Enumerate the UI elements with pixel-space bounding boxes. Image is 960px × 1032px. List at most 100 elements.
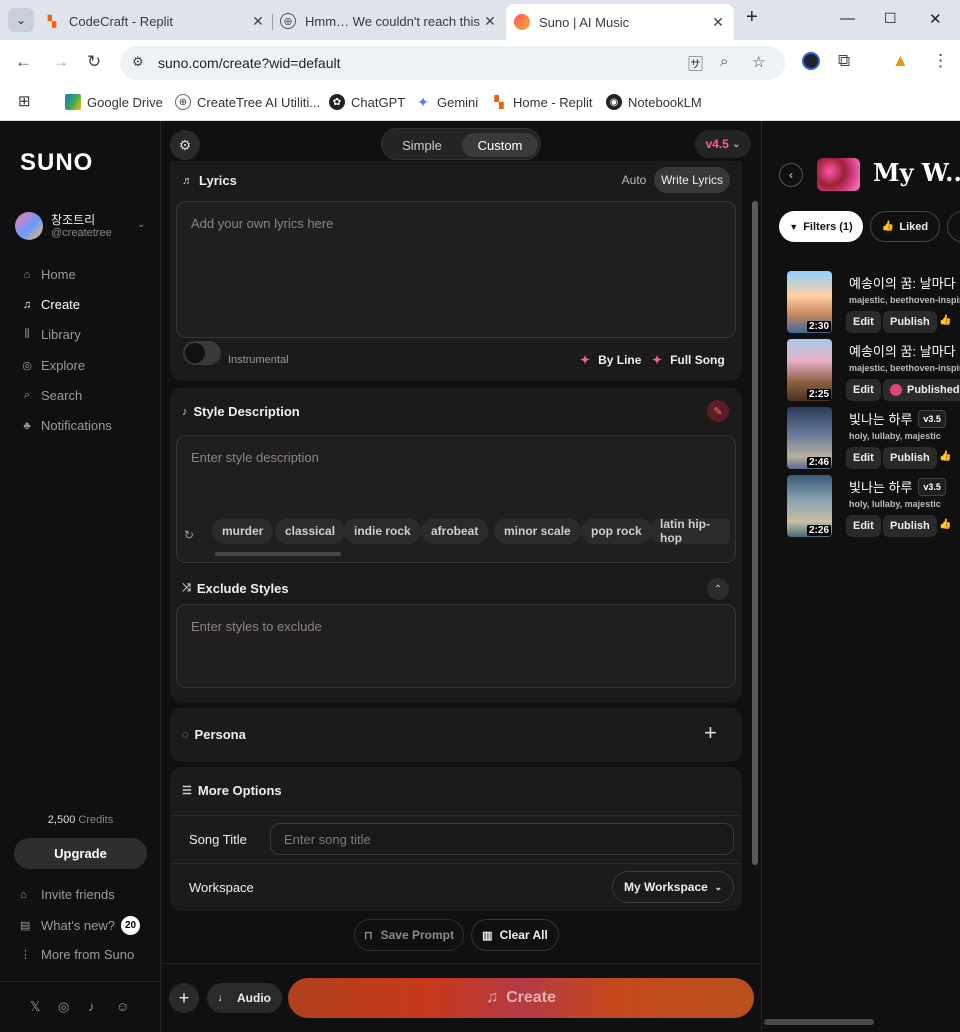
chevron-up-icon[interactable]: ⌃ bbox=[707, 578, 729, 600]
audio-button[interactable]: ♩ Audio bbox=[207, 983, 282, 1013]
edit-button[interactable]: Edit bbox=[846, 447, 881, 469]
mode-simple-button[interactable]: Simple bbox=[388, 133, 456, 157]
upgrade-button[interactable]: Upgrade bbox=[14, 838, 147, 869]
extension-orb-icon[interactable] bbox=[802, 52, 820, 70]
version-selector[interactable]: v4.5 ⌄ bbox=[695, 130, 751, 158]
create-button[interactable]: ♫ Create bbox=[288, 978, 754, 1018]
discord-icon[interactable]: ☺ bbox=[116, 999, 129, 1014]
maximize-icon[interactable]: ☐ bbox=[884, 10, 897, 27]
chip-scrollbar[interactable] bbox=[215, 552, 341, 556]
sidebar-item-home[interactable]: ⌂ Home bbox=[20, 267, 76, 282]
omnibox[interactable]: ⚙ suno.com/create?wid=default 🈂 ⌕ ☆ bbox=[120, 46, 785, 80]
avatar[interactable] bbox=[15, 212, 43, 240]
style-chip[interactable]: indie rock bbox=[344, 518, 421, 544]
tab-search-icon[interactable]: ⌄ bbox=[8, 8, 34, 32]
bookmark-createtree[interactable]: ⊕ CreateTree AI Utiliti... bbox=[175, 94, 320, 110]
extensions-icon[interactable]: ⧉ bbox=[838, 51, 850, 71]
more-options-header[interactable]: ☰ More Options bbox=[182, 783, 282, 798]
edit-button[interactable]: Edit bbox=[846, 311, 881, 333]
back-icon[interactable]: ← bbox=[15, 52, 32, 72]
user-name[interactable]: 창조트리 bbox=[51, 211, 95, 228]
apps-icon[interactable]: ⊞ bbox=[18, 92, 31, 110]
edit-button[interactable]: Edit bbox=[846, 379, 881, 401]
bookmark-replit[interactable]: ▚ Home - Replit bbox=[491, 94, 592, 110]
song-cover[interactable]: 2:26 bbox=[787, 475, 832, 537]
site-info-icon[interactable]: ⚙ bbox=[132, 54, 144, 70]
whats-new-link[interactable]: ▤ What's new? 20 bbox=[20, 916, 141, 935]
tab-codecraft[interactable]: ▚ CodeCraft - Replit ✕ bbox=[44, 6, 266, 36]
thumbs-up-icon[interactable]: 👍 bbox=[939, 519, 951, 530]
bookmark-chatgpt[interactable]: ✿ ChatGPT bbox=[329, 94, 405, 110]
song-title[interactable]: 빛나는 하루 v3.5 bbox=[849, 477, 946, 496]
add-persona-icon[interactable]: + bbox=[704, 720, 717, 746]
song-title[interactable]: 예송이의 꿈: 날마다 bbox=[849, 341, 956, 360]
panel-scrollbar[interactable] bbox=[752, 201, 758, 865]
style-chip[interactable]: murder bbox=[212, 518, 274, 544]
sidebar-item-notifications[interactable]: ♣ Notifications bbox=[20, 418, 111, 433]
song-row[interactable]: 2:26 빛나는 하루 v3.5 holy, lullaby, majestic … bbox=[787, 475, 960, 537]
reload-icon[interactable]: ↻ bbox=[87, 52, 101, 72]
sidebar-item-create[interactable]: ♫ Create bbox=[20, 297, 80, 312]
song-title[interactable]: 예송이의 꿈: 날마다 bbox=[849, 273, 956, 292]
bookmark-notebooklm[interactable]: ◉ NotebookLM bbox=[606, 94, 702, 110]
new-tab-icon[interactable]: + bbox=[746, 6, 758, 29]
persona-card[interactable]: ◌ Persona + bbox=[170, 708, 742, 762]
publish-button[interactable]: Published bbox=[883, 379, 960, 401]
auto-lyrics-button[interactable]: Auto bbox=[616, 167, 652, 193]
zoom-icon[interactable]: ⌕ bbox=[720, 53, 728, 70]
close-window-icon[interactable]: ✕ bbox=[929, 10, 942, 28]
exclude-textarea[interactable]: Enter styles to exclude bbox=[176, 604, 736, 688]
chevron-down-icon[interactable]: ⌄ bbox=[137, 219, 145, 230]
add-icon[interactable]: + bbox=[169, 983, 199, 1013]
bookmark-gemini[interactable]: ✦ Gemini bbox=[415, 94, 478, 110]
tab-error-page[interactable]: ⊕ Hmm… We couldn't reach this page ✕ bbox=[280, 6, 498, 36]
mode-custom-button[interactable]: Custom bbox=[462, 133, 538, 157]
song-title-input[interactable]: Enter song title bbox=[270, 823, 734, 855]
instrumental-toggle[interactable] bbox=[183, 341, 221, 365]
horizontal-scrollbar[interactable] bbox=[764, 1019, 874, 1025]
close-tab-icon[interactable]: ✕ bbox=[482, 13, 498, 30]
x-icon[interactable]: 𝕏 bbox=[30, 999, 40, 1015]
sidebar-item-search[interactable]: ⌕ Search bbox=[20, 388, 82, 403]
song-cover[interactable]: 2:25 bbox=[787, 339, 832, 401]
style-chip[interactable]: minor scale bbox=[494, 518, 581, 544]
song-title[interactable]: 빛나는 하루 v3.5 bbox=[849, 409, 946, 428]
url-text[interactable]: suno.com/create?wid=default bbox=[158, 55, 341, 71]
song-row[interactable]: 2:46 빛나는 하루 v3.5 holy, lullaby, majestic … bbox=[787, 407, 960, 469]
close-tab-icon[interactable]: ✕ bbox=[710, 14, 726, 31]
translate-icon[interactable]: 🈂 bbox=[688, 53, 703, 74]
minimize-icon[interactable]: — bbox=[840, 10, 855, 27]
star-icon[interactable]: ☆ bbox=[752, 53, 765, 71]
back-icon[interactable]: ‹ bbox=[779, 163, 803, 187]
more-filter-button[interactable] bbox=[947, 211, 960, 242]
publish-button[interactable]: Publish bbox=[883, 515, 937, 537]
edit-button[interactable]: Edit bbox=[846, 515, 881, 537]
write-lyrics-button[interactable]: Write Lyrics bbox=[654, 167, 730, 193]
forward-icon[interactable]: → bbox=[52, 52, 69, 72]
lyrics-textarea[interactable]: Add your own lyrics here bbox=[176, 201, 736, 338]
workspace-select[interactable]: My Workspace ⌄ bbox=[612, 871, 734, 903]
publish-button[interactable]: Publish bbox=[883, 311, 937, 333]
tiktok-icon[interactable]: ♪ bbox=[88, 999, 95, 1014]
suno-logo[interactable]: SUNO bbox=[20, 149, 93, 177]
tab-suno[interactable]: Suno | AI Music ✕ bbox=[506, 4, 734, 40]
style-chip[interactable]: classical bbox=[275, 518, 346, 544]
style-chip[interactable]: pop rock bbox=[581, 518, 652, 544]
sidebar-item-library[interactable]: ⫼ Library bbox=[20, 327, 80, 342]
thumbs-up-icon[interactable]: 👍 bbox=[939, 451, 951, 462]
more-from-suno-link[interactable]: ⋮ More from Suno bbox=[20, 947, 134, 962]
song-row[interactable]: 2:30 예송이의 꿈: 날마다 majestic, beethoven-ins… bbox=[787, 271, 960, 333]
liked-filter-button[interactable]: 👍 Liked bbox=[870, 211, 940, 242]
full-song-button[interactable]: ✦ Full Song bbox=[652, 353, 725, 367]
thumbs-up-icon[interactable]: 👍 bbox=[939, 315, 951, 326]
gear-icon[interactable]: ⚙ bbox=[170, 130, 200, 160]
song-row[interactable]: 2:25 예송이의 꿈: 날마다 majestic, beethoven-ins… bbox=[787, 339, 960, 401]
style-chip[interactable]: afrobeat bbox=[421, 518, 489, 544]
profile-icon[interactable]: ▲ bbox=[892, 51, 909, 71]
clear-all-button[interactable]: ▥ Clear All bbox=[471, 919, 559, 951]
style-chip[interactable]: latin hip-hop bbox=[650, 517, 730, 545]
close-tab-icon[interactable]: ✕ bbox=[250, 13, 266, 30]
song-cover[interactable]: 2:30 bbox=[787, 271, 832, 333]
menu-icon[interactable]: ⋮ bbox=[932, 51, 949, 71]
save-prompt-button[interactable]: ⊓ Save Prompt bbox=[354, 919, 464, 951]
